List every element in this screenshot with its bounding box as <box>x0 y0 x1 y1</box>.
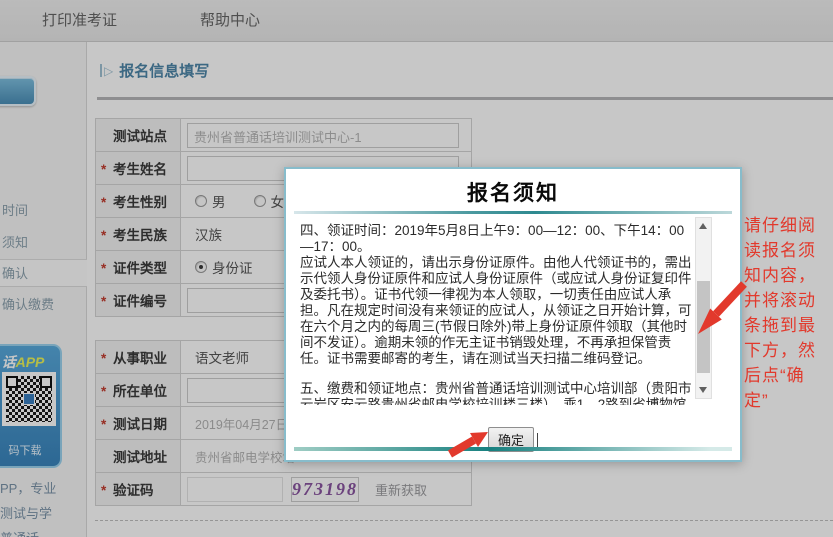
notice-modal: 报名须知 四、领证时间：2019年5月8日上午9：00—12：00、下午14：0… <box>284 167 742 462</box>
modal-notice-text: 四、领证时间：2019年5月8日上午9：00—12：00、下午14：00—17：… <box>300 223 692 405</box>
modal-bottom-rule <box>294 447 732 451</box>
modal-title: 报名须知 <box>286 177 740 207</box>
modal-paragraph: 五、缴费和领证地点：贵州省普通话培训测试中心培训部（贵阳市云岩区安云路贵州省邮电… <box>300 381 692 405</box>
page: 打印准考证 帮助中心 时间须知确认确认缴费 话APP 码下载 PP，专业测试与学… <box>0 0 833 537</box>
arrow-to-confirm-button-icon <box>444 426 496 460</box>
arrow-to-scrollbar-icon <box>692 276 756 342</box>
modal-title-rule <box>294 211 732 214</box>
scroll-down-arrow-icon[interactable] <box>696 382 711 398</box>
scroll-up-arrow-icon[interactable] <box>696 218 711 234</box>
modal-paragraph: 四、领证时间：2019年5月8日上午9：00—12：00、下午14：00—17：… <box>300 223 692 367</box>
